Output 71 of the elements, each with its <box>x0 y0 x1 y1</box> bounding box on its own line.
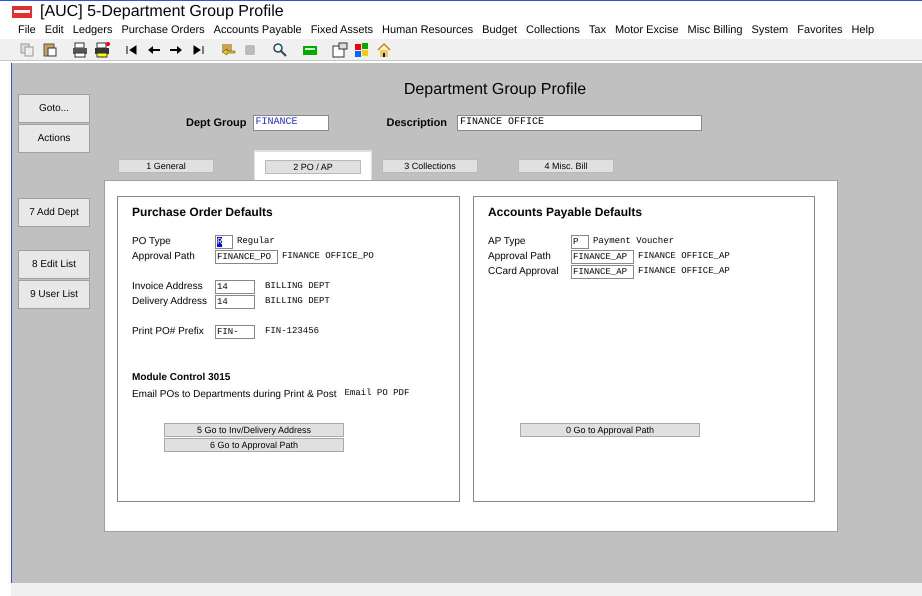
printer-icon[interactable] <box>94 42 110 58</box>
field-description: Regular <box>237 235 275 248</box>
input-field[interactable]: FINANCE_PO <box>215 250 278 264</box>
search-icon[interactable] <box>272 42 288 58</box>
input-field[interactable]: FINANCE_AP <box>571 250 634 264</box>
side-button[interactable]: 8 Edit List <box>18 250 90 279</box>
menu-item[interactable]: Misc Billing <box>688 22 743 39</box>
input-field[interactable]: 14 <box>215 280 255 294</box>
properties-icon[interactable] <box>332 42 348 58</box>
tab[interactable]: 3 Collections <box>382 158 478 172</box>
menu-item[interactable]: File <box>18 22 36 39</box>
input-field[interactable]: P <box>571 235 589 249</box>
section-title: Accounts Payable Defaults <box>488 204 644 220</box>
tab[interactable]: 1 General <box>118 158 214 172</box>
menu-item[interactable]: Ledgers <box>72 22 112 39</box>
menu-item[interactable]: Tax <box>588 22 606 39</box>
field-label: AP Type <box>488 236 526 248</box>
printer-icon[interactable] <box>72 42 88 58</box>
field-label: Description <box>386 116 448 131</box>
field-description: FINANCE OFFICE_AP <box>638 265 730 278</box>
text-field[interactable]: FINANCE OFFICE <box>457 115 702 132</box>
colored-blocks-icon[interactable] <box>354 42 370 58</box>
menu-item[interactable]: Motor Excise <box>614 22 679 39</box>
input-field[interactable]: 14 <box>215 295 255 309</box>
menu-item[interactable]: System <box>752 22 788 39</box>
field-label: Delivery Address <box>132 296 208 308</box>
page-heading: Department Group Profile <box>402 80 588 98</box>
field-description: Payment Voucher <box>593 235 674 248</box>
input-field[interactable]: FIN- <box>215 325 255 339</box>
field-label: Approval Path <box>132 251 196 263</box>
field-label: CCard Approval <box>488 266 560 278</box>
window-title: [AUC] 5-Department Group Profile <box>40 4 284 20</box>
paste-icon[interactable] <box>42 42 58 58</box>
option-label: Email POs to Departments during Print & Post <box>132 388 337 402</box>
menu-item[interactable]: Fixed Assets <box>310 22 374 39</box>
input-field[interactable]: FINANCE_AP <box>571 265 634 279</box>
menu-item[interactable]: Purchase Orders <box>121 22 205 39</box>
side-button[interactable]: 7 Add Dept <box>18 198 90 227</box>
side-button[interactable]: Actions <box>18 124 90 153</box>
field-label: Dept Group <box>186 116 246 131</box>
section-subtitle: Module Control 3015 <box>132 370 232 384</box>
field-label: Print PO# Prefix <box>132 326 205 338</box>
side-button[interactable]: 9 User List <box>18 280 90 309</box>
menu-item[interactable]: Accounts Payable <box>214 22 302 39</box>
field-description: FINANCE OFFICE_PO <box>282 250 374 264</box>
field-label: Approval Path <box>488 251 552 263</box>
action-button[interactable]: 5 Go to Inv/Delivery Address <box>164 422 344 436</box>
menu-item[interactable]: Human Resources <box>382 22 474 39</box>
field-label: PO Type <box>132 236 172 248</box>
field-label: Invoice Address <box>132 281 204 293</box>
action-button[interactable]: 0 Go to Approval Path <box>520 422 700 436</box>
tab[interactable]: 4 Misc. Bill <box>518 158 614 172</box>
field-description: BILLING DEPT <box>265 295 330 308</box>
menu-item[interactable]: Budget <box>482 22 518 39</box>
menu-item[interactable]: Edit <box>44 22 64 39</box>
side-button[interactable]: Goto... <box>18 94 90 123</box>
input-field[interactable]: R <box>215 235 233 249</box>
tab[interactable]: 2 PO / AP <box>254 150 372 180</box>
text-field[interactable]: FINANCE <box>252 115 328 132</box>
menu-item[interactable]: Collections <box>526 22 580 39</box>
home-icon[interactable] <box>376 42 392 58</box>
hand-arrow-icon[interactable] <box>220 42 236 58</box>
section-title: Purchase Order Defaults <box>132 204 274 220</box>
action-button[interactable]: 6 Go to Approval Path <box>164 438 344 452</box>
field-description: BILLING DEPT <box>265 280 330 294</box>
menu-item[interactable]: Help <box>851 22 874 39</box>
menu-item[interactable]: Favorites <box>797 22 842 39</box>
field-description: FIN-123456 <box>265 325 320 338</box>
app-logo-icon <box>12 6 32 18</box>
field-description: FINANCE OFFICE_AP <box>638 250 730 264</box>
option-value: Email PO PDF <box>344 387 410 400</box>
